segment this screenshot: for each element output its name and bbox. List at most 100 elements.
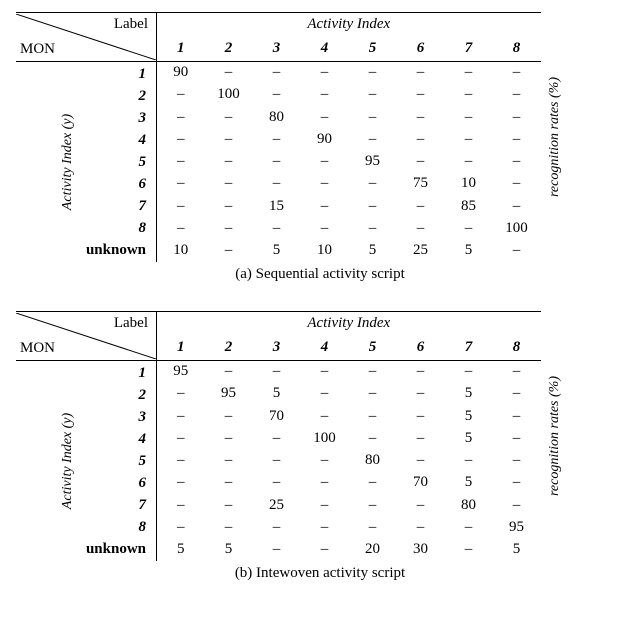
row-label: 8 bbox=[139, 516, 147, 538]
cell: 90 bbox=[301, 128, 349, 150]
right-axis-label: recognition rates (%) bbox=[547, 376, 563, 496]
cell: 75 bbox=[397, 173, 445, 195]
cell: – bbox=[253, 173, 301, 195]
cell: – bbox=[301, 516, 349, 538]
cell: – bbox=[253, 427, 301, 449]
cell: – bbox=[493, 361, 541, 383]
cell: – bbox=[157, 383, 205, 405]
corner-bottom-label: MON bbox=[20, 41, 55, 58]
cell: – bbox=[253, 450, 301, 472]
cell: – bbox=[397, 361, 445, 383]
cell: – bbox=[493, 240, 541, 262]
cell: – bbox=[349, 427, 397, 449]
cell: – bbox=[205, 427, 253, 449]
cell: – bbox=[205, 450, 253, 472]
cell: – bbox=[157, 494, 205, 516]
corner-top-label: Label bbox=[114, 315, 148, 332]
cell: 90 bbox=[157, 62, 205, 84]
cell: – bbox=[205, 472, 253, 494]
cell: 100 bbox=[205, 84, 253, 106]
cell: – bbox=[157, 405, 205, 427]
col-header-2: 2 bbox=[205, 36, 253, 62]
confusion-table-0: LabelMONActivity Index12345678Activity I… bbox=[16, 12, 624, 283]
cell: 20 bbox=[349, 539, 397, 561]
cell: 25 bbox=[397, 240, 445, 262]
caption: (a) Sequential activity script bbox=[16, 266, 624, 283]
cell: – bbox=[445, 361, 493, 383]
row-label: 4 bbox=[139, 129, 147, 151]
row-label: 4 bbox=[139, 428, 147, 450]
group-header: Activity Index bbox=[157, 13, 541, 36]
row-axis-label: Activity Index (y) bbox=[60, 114, 76, 210]
row-label: unknown bbox=[86, 239, 146, 261]
col-header-6: 6 bbox=[397, 36, 445, 62]
col-header-3: 3 bbox=[253, 36, 301, 62]
cell: 5 bbox=[445, 427, 493, 449]
corner-bottom-label: MON bbox=[20, 340, 55, 357]
row-label: 5 bbox=[139, 450, 147, 472]
cell: – bbox=[253, 472, 301, 494]
cell: 25 bbox=[253, 494, 301, 516]
cell: – bbox=[205, 195, 253, 217]
cell: – bbox=[301, 173, 349, 195]
col-header-1: 1 bbox=[157, 335, 205, 361]
cell: 5 bbox=[349, 240, 397, 262]
cell: – bbox=[301, 106, 349, 128]
caption: (b) Intewoven activity script bbox=[16, 565, 624, 582]
cell: – bbox=[301, 195, 349, 217]
cell: – bbox=[157, 173, 205, 195]
cell: – bbox=[493, 62, 541, 84]
cell: – bbox=[253, 84, 301, 106]
cell: – bbox=[397, 84, 445, 106]
cell: 5 bbox=[205, 539, 253, 561]
col-header-1: 1 bbox=[157, 36, 205, 62]
cell: – bbox=[349, 195, 397, 217]
row-labels: 12345678unknown bbox=[16, 63, 156, 261]
cell: 30 bbox=[397, 539, 445, 561]
cell: – bbox=[253, 217, 301, 239]
cell: – bbox=[493, 472, 541, 494]
cell: – bbox=[157, 427, 205, 449]
cell: – bbox=[301, 151, 349, 173]
cell: 95 bbox=[349, 151, 397, 173]
cell: – bbox=[253, 361, 301, 383]
cell: – bbox=[157, 450, 205, 472]
cell: – bbox=[301, 472, 349, 494]
cell: – bbox=[445, 539, 493, 561]
cell: – bbox=[157, 472, 205, 494]
cell: – bbox=[349, 361, 397, 383]
corner-top-label: Label bbox=[114, 16, 148, 33]
cell: – bbox=[445, 106, 493, 128]
col-header-8: 8 bbox=[493, 36, 541, 62]
row-label: 7 bbox=[139, 494, 147, 516]
cell: – bbox=[445, 516, 493, 538]
col-header-2: 2 bbox=[205, 335, 253, 361]
cell: – bbox=[493, 84, 541, 106]
cell: – bbox=[397, 516, 445, 538]
cell: – bbox=[349, 128, 397, 150]
cell: – bbox=[205, 128, 253, 150]
cell: 10 bbox=[157, 240, 205, 262]
cell: – bbox=[301, 361, 349, 383]
cell: 80 bbox=[253, 106, 301, 128]
cell: 10 bbox=[445, 173, 493, 195]
cell: 15 bbox=[253, 195, 301, 217]
cell: – bbox=[349, 494, 397, 516]
cell: – bbox=[205, 62, 253, 84]
cell: 95 bbox=[205, 383, 253, 405]
cell: – bbox=[205, 405, 253, 427]
cell: 5 bbox=[445, 472, 493, 494]
row-label: 5 bbox=[139, 151, 147, 173]
cell: – bbox=[205, 361, 253, 383]
cell: – bbox=[397, 128, 445, 150]
cell: 5 bbox=[253, 383, 301, 405]
col-header-5: 5 bbox=[349, 36, 397, 62]
cell: – bbox=[253, 516, 301, 538]
cell: – bbox=[253, 62, 301, 84]
cell: – bbox=[397, 195, 445, 217]
cell: – bbox=[205, 151, 253, 173]
cell: – bbox=[205, 516, 253, 538]
row-label: 7 bbox=[139, 195, 147, 217]
cell: – bbox=[445, 217, 493, 239]
cell: – bbox=[253, 151, 301, 173]
